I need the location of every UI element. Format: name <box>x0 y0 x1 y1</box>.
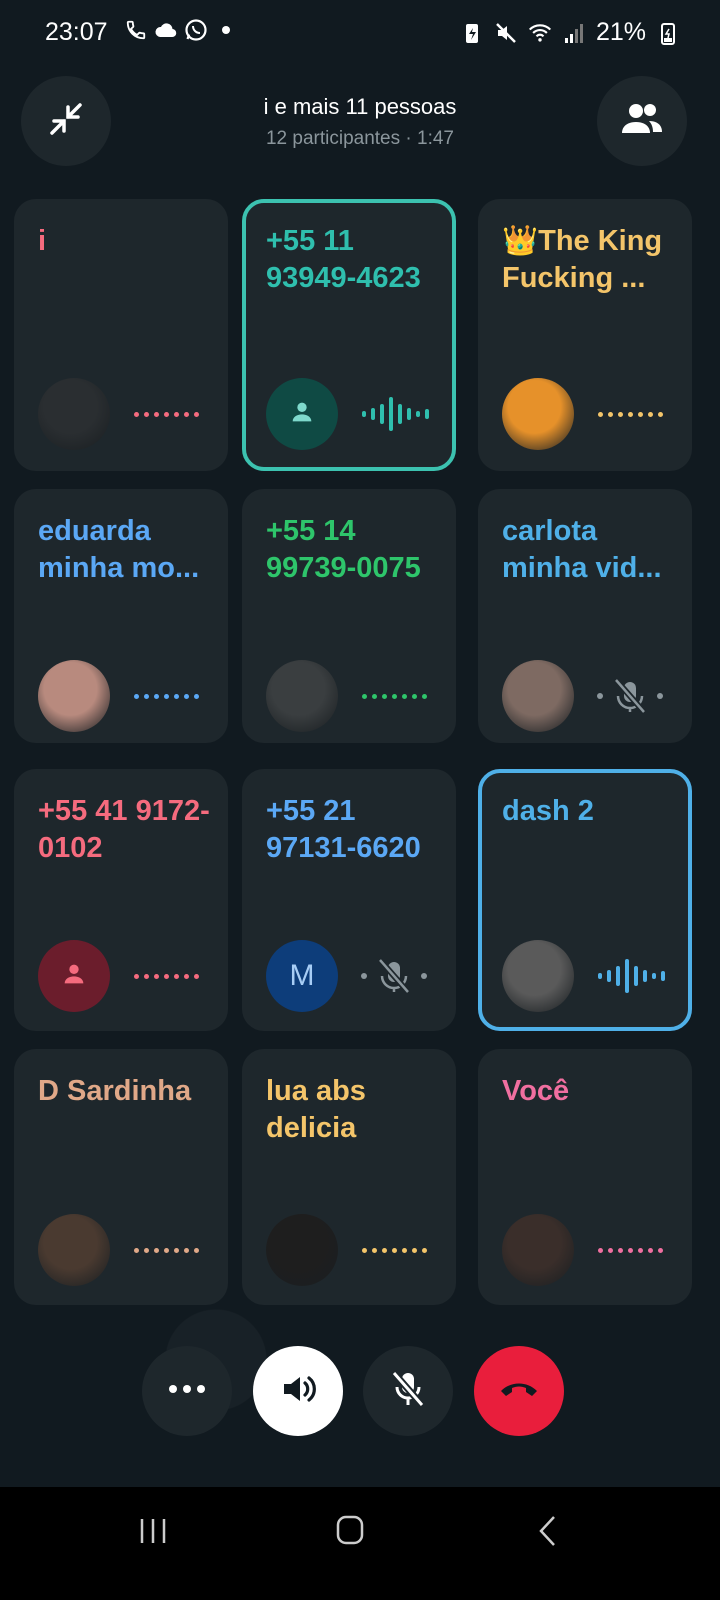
end-call-icon <box>497 1377 541 1406</box>
participants-button[interactable] <box>597 76 687 166</box>
speaker-icon <box>278 1369 318 1414</box>
mic-off-icon <box>594 678 666 714</box>
mic-off-icon <box>358 958 430 994</box>
participant-avatar <box>38 1214 110 1286</box>
call-controls <box>0 1346 720 1436</box>
navigation-bar <box>0 1487 720 1600</box>
participant-avatar <box>502 378 574 450</box>
more-icon <box>167 1382 207 1400</box>
participant-avatar <box>38 378 110 450</box>
participant-name: lua abs delicia <box>266 1075 366 1144</box>
minimize-button[interactable] <box>21 76 111 166</box>
voice-wave-icon <box>358 397 430 431</box>
phone-icon <box>124 18 148 42</box>
participant-tile[interactable]: D Sardinha <box>14 1049 228 1305</box>
status-time: 23:07 <box>45 18 108 46</box>
participant-tile[interactable]: +55 11 93949-4623 <box>242 199 456 471</box>
speaker-button[interactable] <box>253 1346 343 1436</box>
battery-percent: 21% <box>595 18 646 46</box>
battery-saver-icon <box>460 21 484 45</box>
participant-avatar <box>502 1214 574 1286</box>
voice-wave-icon <box>594 959 666 993</box>
home-icon[interactable] <box>335 1514 365 1551</box>
participant-name: i <box>38 225 47 257</box>
connecting-dots <box>130 404 202 424</box>
connecting-dots <box>130 686 202 706</box>
participant-name: Você <box>502 1075 570 1107</box>
participant-tile[interactable]: eduarda minha mo... <box>14 489 228 743</box>
participant-avatar <box>502 660 574 732</box>
participant-avatar: M <box>266 940 338 1012</box>
participant-tile[interactable]: carlota minha vid... <box>478 489 692 743</box>
connecting-dots <box>130 1240 202 1260</box>
participant-avatar <box>502 940 574 1012</box>
end-call-button[interactable] <box>474 1346 564 1436</box>
participant-avatar <box>266 660 338 732</box>
participant-avatar <box>266 1214 338 1286</box>
signal-icon <box>562 21 586 45</box>
participant-tile[interactable]: +55 14 99739-0075 <box>242 489 456 743</box>
participant-tile[interactable]: +55 41 9172-0102 <box>14 769 228 1031</box>
battery-icon <box>656 21 680 45</box>
mute-mic-button[interactable] <box>363 1346 453 1436</box>
avatar-letter: M <box>289 959 315 992</box>
participant-avatar <box>38 660 110 732</box>
back-icon[interactable] <box>536 1514 560 1553</box>
participant-grid: i +55 11 93949-4623 👑The King Fucking ... e… <box>14 199 706 1329</box>
participant-name: +55 11 93949-4623 <box>266 225 421 294</box>
people-icon <box>619 101 665 142</box>
participant-name: 👑The King Fucking ... <box>502 225 663 294</box>
more-button[interactable] <box>142 1346 232 1436</box>
mute-icon <box>494 21 518 45</box>
dot-icon <box>214 18 238 42</box>
wifi-icon <box>528 21 552 45</box>
participant-name: +55 14 99739-0075 <box>266 515 421 584</box>
participant-tile[interactable]: lua abs delicia <box>242 1049 456 1305</box>
participant-avatar <box>266 378 338 450</box>
participant-avatar <box>38 940 110 1012</box>
participant-tile[interactable]: 👑The King Fucking ... <box>478 199 692 471</box>
mic-off-icon <box>388 1369 428 1414</box>
person-icon <box>60 960 88 993</box>
participant-name: +55 41 9172-0102 <box>38 795 210 864</box>
call-header: i e mais 11 pessoas 12 participantes · 1… <box>0 76 720 176</box>
connecting-dots <box>594 404 666 424</box>
recent-apps-icon[interactable] <box>138 1516 168 1551</box>
participant-tile[interactable]: +55 21 97131-6620 M <box>242 769 456 1031</box>
connecting-dots <box>358 1240 430 1260</box>
participant-name: D Sardinha <box>38 1075 192 1107</box>
status-bar: 23:07 21% <box>0 0 720 64</box>
person-icon <box>288 398 316 431</box>
connecting-dots <box>130 966 202 986</box>
connecting-dots <box>594 1240 666 1260</box>
whatsapp-icon <box>184 18 208 42</box>
participant-name: dash 2 <box>502 795 594 827</box>
connecting-dots <box>358 686 430 706</box>
participant-name: eduarda minha mo... <box>38 515 200 584</box>
participant-tile[interactable]: dash 2 <box>478 769 692 1031</box>
participant-name: carlota minha vid... <box>502 515 662 584</box>
cloud-icon <box>154 18 178 42</box>
participant-name: +55 21 97131-6620 <box>266 795 421 864</box>
participant-tile[interactable]: Você <box>478 1049 692 1305</box>
participant-tile[interactable]: i <box>14 199 228 471</box>
